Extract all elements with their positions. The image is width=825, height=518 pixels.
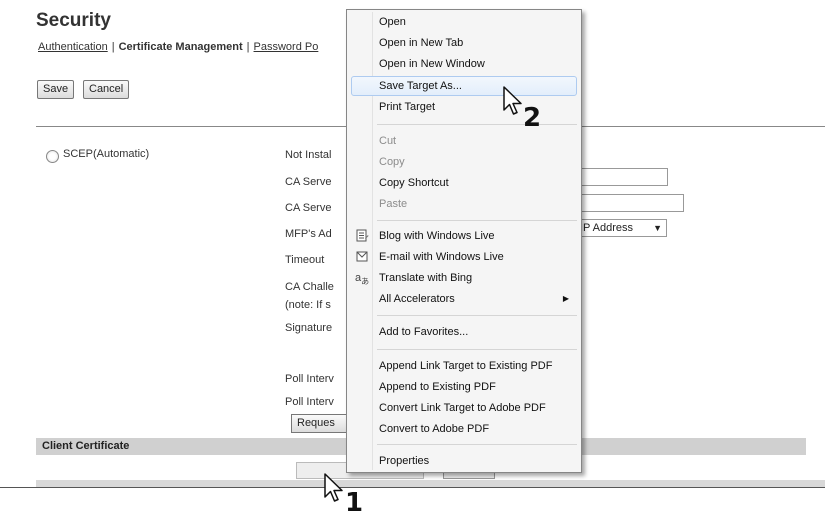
form-note: (note: If s bbox=[285, 299, 331, 311]
menu-item-translate-bing[interactable]: aあ Translate with Bing bbox=[351, 268, 577, 288]
scep-radio-label: SCEP(Automatic) bbox=[63, 148, 150, 160]
menu-item-append-pdf[interactable]: Append to Existing PDF bbox=[351, 377, 577, 397]
page-title: Security bbox=[36, 10, 111, 31]
menu-item-convert-pdf[interactable]: Convert to Adobe PDF bbox=[351, 419, 577, 439]
cursor-arrow-icon bbox=[503, 86, 522, 115]
tab-separator: | bbox=[111, 41, 115, 53]
menu-item-print-target[interactable]: Print Target bbox=[351, 97, 577, 117]
chevron-down-icon: ▼ bbox=[653, 223, 662, 233]
form-label-timeout: Timeout bbox=[285, 254, 325, 266]
tab-bar: Authentication | Certificate Management | Pa… bbox=[38, 41, 318, 53]
menu-item-open-new-tab[interactable]: Open in New Tab bbox=[351, 33, 577, 53]
ca-server-1-input[interactable] bbox=[578, 168, 668, 186]
menu-item-all-accelerators[interactable]: All Accelerators ▶ bbox=[351, 289, 577, 309]
context-menu: Open Open in New Tab Open in New Window … bbox=[346, 9, 582, 473]
tab-certificate-management[interactable]: Certificate Management bbox=[119, 41, 243, 53]
form-label-signature: Signature bbox=[285, 322, 333, 334]
save-button[interactable]: Save bbox=[37, 80, 75, 99]
menu-separator bbox=[377, 349, 577, 350]
form-label-status: Not Instal bbox=[285, 149, 332, 161]
menu-item-open-new-window[interactable]: Open in New Window bbox=[351, 54, 577, 74]
bottom-border bbox=[0, 487, 825, 488]
tab-authentication[interactable]: Authentication bbox=[38, 41, 108, 53]
menu-item-add-to-favorites[interactable]: Add to Favorites... bbox=[351, 322, 577, 342]
menu-item-copy-shortcut[interactable]: Copy Shortcut bbox=[351, 173, 577, 193]
step-1-label: 1 bbox=[345, 488, 364, 518]
menu-item-save-target-as[interactable]: Save Target As... bbox=[351, 76, 577, 96]
cursor-arrow-icon bbox=[324, 473, 343, 502]
form-label-mfp-address: MFP's Ad bbox=[285, 228, 332, 240]
ca-server-2-input[interactable] bbox=[578, 194, 684, 212]
menu-separator bbox=[377, 220, 577, 221]
scep-radio[interactable] bbox=[46, 150, 59, 163]
form-label-ca-server-2: CA Serve bbox=[285, 202, 332, 214]
form-label-poll-interval: Poll Interv bbox=[285, 373, 334, 385]
footer-band bbox=[36, 480, 825, 487]
form-label-maximum: Poll Interv bbox=[285, 396, 334, 408]
menu-item-open[interactable]: Open bbox=[351, 12, 577, 32]
menu-item-cut[interactable]: Cut bbox=[351, 131, 577, 151]
menu-item-properties[interactable]: Properties bbox=[351, 451, 577, 471]
form-label-ca-server-1: CA Serve bbox=[285, 176, 332, 188]
menu-item-paste[interactable]: Paste bbox=[351, 194, 577, 214]
menu-separator bbox=[377, 124, 577, 125]
tab-separator: | bbox=[246, 41, 250, 53]
menu-separator bbox=[377, 444, 577, 445]
menu-item-email-windows-live[interactable]: E-mail with Windows Live bbox=[351, 247, 577, 267]
blog-icon bbox=[355, 229, 369, 243]
form-label-ca-challenge: CA Challe bbox=[285, 281, 334, 293]
menu-item-copy[interactable]: Copy bbox=[351, 152, 577, 172]
email-icon bbox=[355, 250, 369, 264]
request-button[interactable]: Reques bbox=[291, 414, 351, 433]
cancel-button[interactable]: Cancel bbox=[83, 80, 130, 99]
menu-item-blog-windows-live[interactable]: Blog with Windows Live bbox=[351, 226, 577, 246]
address-type-value: IP Address bbox=[580, 222, 633, 234]
tab-password-policy[interactable]: Password Po bbox=[254, 41, 319, 53]
step-2-label: 2 bbox=[523, 103, 542, 133]
address-type-select[interactable]: IP Address ▼ bbox=[575, 219, 667, 237]
menu-separator bbox=[377, 315, 577, 316]
menu-item-convert-link-pdf[interactable]: Convert Link Target to Adobe PDF bbox=[351, 398, 577, 418]
submenu-arrow-icon: ▶ bbox=[562, 294, 569, 303]
translate-icon: aあ bbox=[355, 272, 370, 287]
menu-item-append-link-pdf[interactable]: Append Link Target to Existing PDF bbox=[351, 356, 577, 376]
